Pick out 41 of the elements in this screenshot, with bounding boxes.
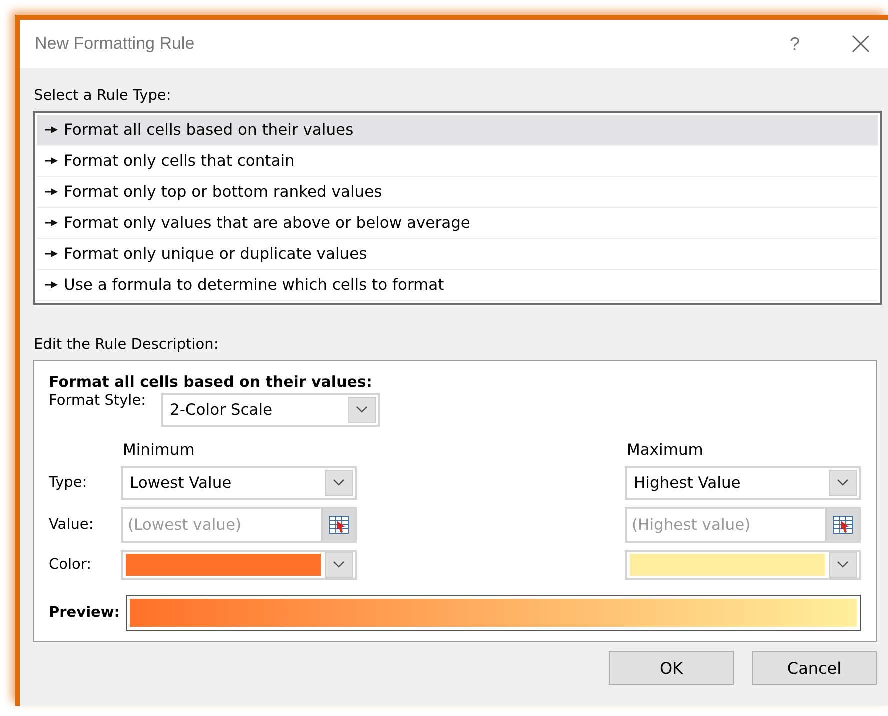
caret-icon [333,561,345,569]
list-item[interactable]: Use a formula to determine which cells to format [37,270,878,301]
value-field[interactable]: (Lowest value) [121,507,321,543]
column-heading: Maximum [626,441,704,459]
color-dropdown[interactable] [625,550,861,580]
dropdown[interactable]: 2-Color Scale [161,393,380,427]
section-label: Select a Rule Type: [34,88,172,104]
field-label: Preview: [49,605,120,621]
list-item[interactable]: Format only cells that contain [37,146,878,177]
list-item[interactable]: Format only top or bottom ranked values [37,177,878,208]
range-picker-icon[interactable] [833,516,853,534]
field-label: Format Style: [49,393,146,409]
caret-icon [356,406,368,414]
dialog-button[interactable]: OK [609,651,734,685]
help-button[interactable]: ? [790,34,800,54]
list-item[interactable]: Format only values that are above or below average [37,208,878,239]
caret-icon [333,479,345,487]
field-label: Color: [49,557,92,573]
close-icon[interactable] [852,35,870,53]
list-item[interactable]: Format all cells based on their values [37,115,878,146]
section-heading: Format all cells based on their values: [49,373,372,391]
list-item[interactable]: Format only unique or duplicate values [37,239,878,270]
arrow-icon [45,157,58,165]
arrow-icon [45,188,58,196]
caret-icon [837,479,849,487]
dropdown[interactable]: Lowest Value [121,466,357,500]
arrow-icon [45,281,58,289]
column-heading: Minimum [122,441,196,459]
dropdown[interactable]: Highest Value [625,466,861,500]
arrow-icon [45,250,58,258]
range-picker-icon[interactable] [329,516,349,534]
arrow-icon [45,126,58,134]
value-field[interactable]: (Highest value) [625,507,825,543]
field-label: Value: [49,517,95,533]
window-title: New Formatting Rule [35,34,196,54]
dialog-button[interactable]: Cancel [752,651,877,685]
section-label: Edit the Rule Description: [34,337,219,353]
caret-icon [837,561,849,569]
field-label: Type: [49,475,88,491]
color-dropdown[interactable] [121,550,357,580]
arrow-icon [45,219,58,227]
